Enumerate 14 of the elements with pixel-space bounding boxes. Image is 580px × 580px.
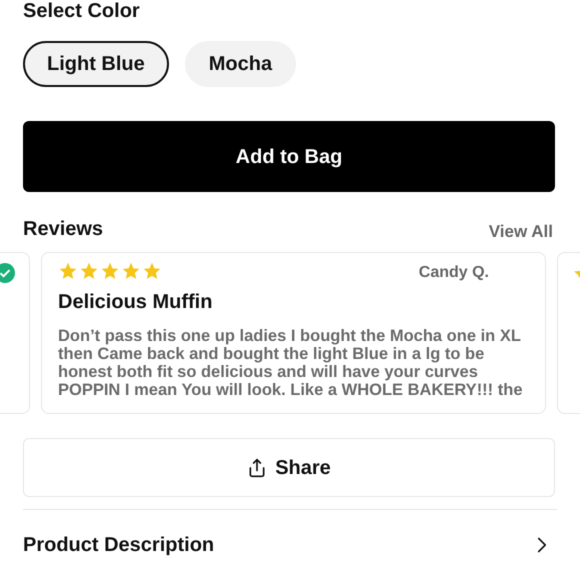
section-title: Reviews [23,217,104,242]
review-title: Delicious Muffin [58,290,214,315]
review-body: Don’t pass this one up ladies I bought the Mocha one in XL then Came back and bought the light Blue in a lg to be honest both fit so delicious and will have your curves POPPIN I mean You will look. Like a WHOLE BAKERY!!! the [58,327,524,399]
share-button[interactable]: Share [23,438,555,497]
review-card[interactable] [41,252,546,414]
view-all-link[interactable]: View All [488,218,553,244]
verified-check-icon [0,263,15,283]
color-option[interactable]: Mocha [184,41,296,87]
section-label: Select Color [23,0,141,22]
reviewer-name: Candy Q. [418,263,489,283]
add-to-bag-button[interactable]: Add to Bag [23,121,555,192]
share-icon [247,458,268,478]
product-description-row[interactable]: Product Description [23,510,555,580]
color-option[interactable]: Light Blue [23,41,169,87]
